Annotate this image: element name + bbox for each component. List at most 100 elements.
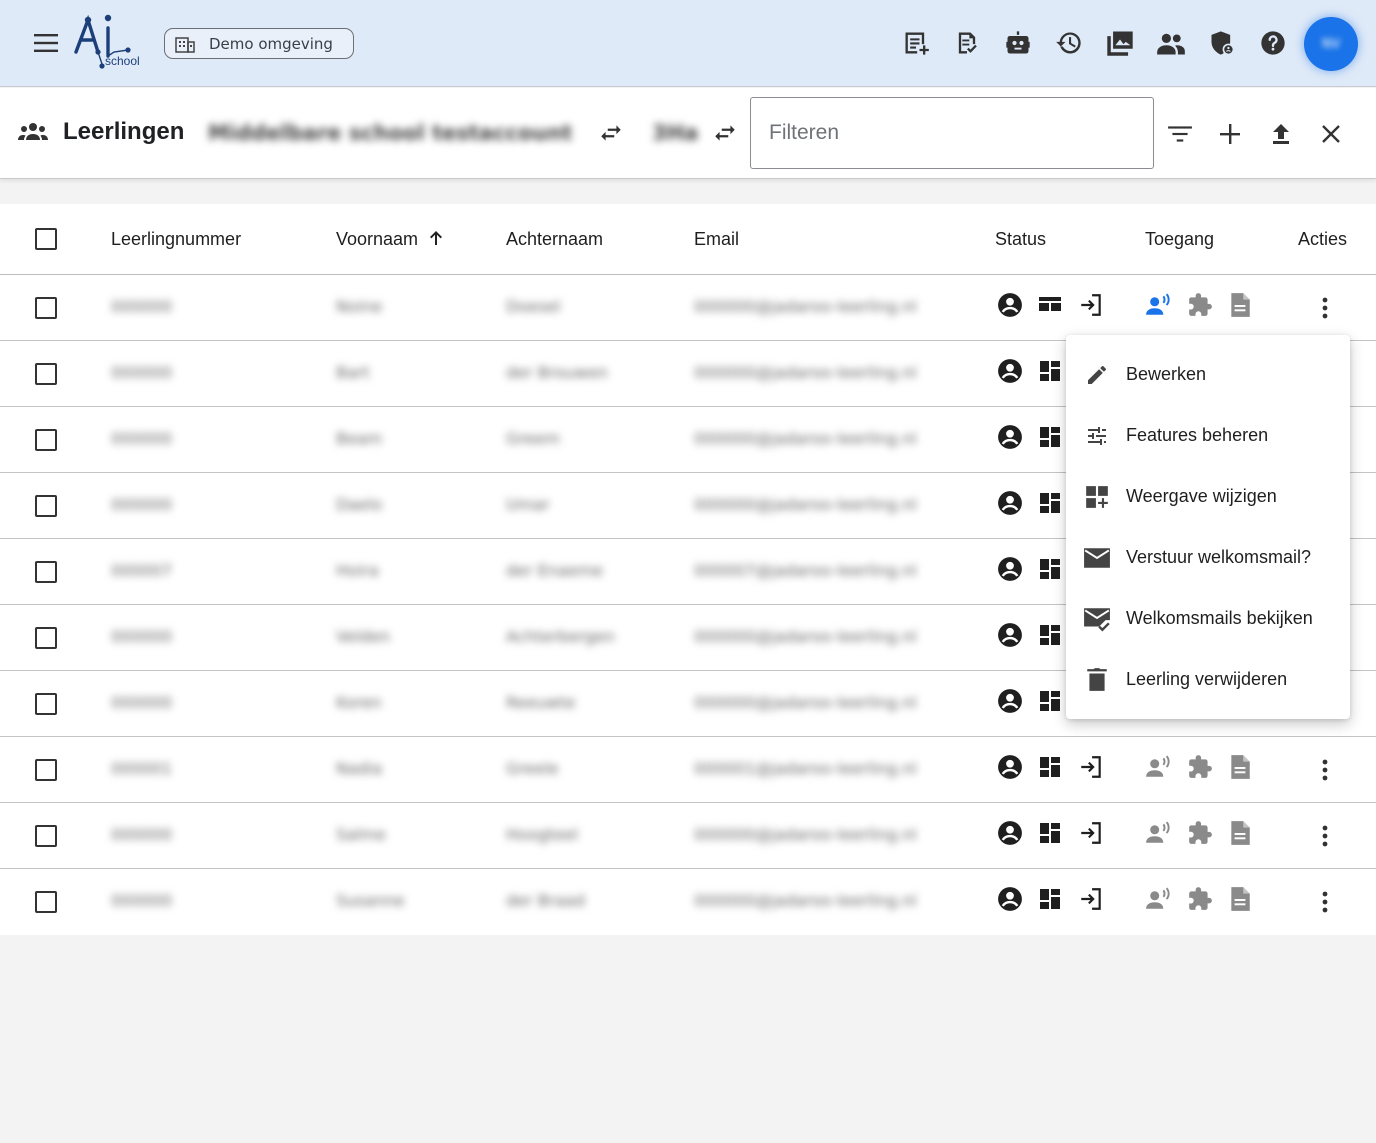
filter-input[interactable]	[750, 97, 1154, 169]
table-row[interactable]: 000000 Susanne der Braad 000000@jadaroo-lee…	[0, 869, 1376, 935]
dashboard-icon[interactable]	[1036, 621, 1064, 649]
account-status-icon[interactable]	[996, 291, 1024, 319]
help-icon[interactable]	[1247, 22, 1298, 64]
more-vert-icon[interactable]	[1313, 887, 1337, 917]
col-header-email[interactable]: Email	[694, 229, 739, 250]
row-checkbox[interactable]	[35, 297, 57, 319]
swap-school-icon[interactable]	[598, 120, 624, 150]
table-row[interactable]: 000001 Nadia Greele 000001@jadaroo-leerling…	[0, 737, 1376, 803]
login-icon[interactable]	[1077, 885, 1105, 913]
view-stream-icon[interactable]	[1036, 291, 1064, 319]
extension-icon[interactable]	[1186, 291, 1214, 319]
document-icon[interactable]	[1226, 291, 1254, 319]
add-report-icon[interactable]	[890, 22, 941, 64]
admin-shield-icon[interactable]	[1196, 22, 1247, 64]
row-checkbox[interactable]	[35, 627, 57, 649]
menu-item-send-welcome-mail[interactable]: Verstuur welkomsmail?	[1066, 527, 1350, 588]
people-icon	[18, 122, 48, 146]
account-status-icon[interactable]	[996, 489, 1024, 517]
mark-email-read-icon	[1082, 604, 1112, 634]
menu-item-view-welcome-mails[interactable]: Welkomsmails bekijken	[1066, 588, 1350, 649]
menu-item-label: Weergave wijzigen	[1126, 486, 1277, 506]
assignment-icon[interactable]	[941, 22, 992, 64]
more-vert-icon[interactable]	[1313, 293, 1337, 323]
cell-last-name: der Enaeme	[506, 561, 603, 580]
voice-access-icon[interactable]	[1145, 819, 1173, 847]
menu-item-change-view[interactable]: Weergave wijzigen	[1066, 466, 1350, 527]
swap-class-icon[interactable]	[712, 120, 738, 150]
menu-item-delete-student[interactable]: Leerling verwijderen	[1066, 649, 1350, 710]
ai-school-logo[interactable]: school	[70, 12, 150, 74]
cell-first-name: Koren	[336, 693, 382, 712]
document-icon[interactable]	[1226, 753, 1254, 781]
login-icon[interactable]	[1077, 291, 1105, 319]
photo-library-icon[interactable]	[1094, 22, 1145, 64]
table-row[interactable]: 000000 Salme Hoogteel 000000@jadaroo-leerli…	[0, 803, 1376, 869]
environment-chip[interactable]: Demo omgeving	[164, 28, 354, 59]
row-checkbox[interactable]	[35, 759, 57, 781]
dashboard-icon[interactable]	[1036, 489, 1064, 517]
table-row[interactable]: 000000 Noine Doesel 000000@jadaroo-leerling…	[0, 275, 1376, 341]
row-checkbox[interactable]	[35, 495, 57, 517]
account-status-icon[interactable]	[996, 687, 1024, 715]
menu-item-edit[interactable]: Bewerken	[1066, 344, 1350, 405]
user-avatar[interactable]: NV	[1304, 17, 1358, 71]
cell-last-name: Achterbergen	[506, 627, 615, 646]
account-status-icon[interactable]	[996, 819, 1024, 847]
cell-email: 000000@jadaroo-leerling.nl	[694, 825, 917, 844]
row-checkbox[interactable]	[35, 363, 57, 385]
col-header-student-number[interactable]: Leerlingnummer	[111, 229, 241, 250]
row-checkbox[interactable]	[35, 429, 57, 451]
dashboard-icon[interactable]	[1036, 687, 1064, 715]
extension-icon[interactable]	[1186, 753, 1214, 781]
dashboard-icon[interactable]	[1036, 555, 1064, 583]
row-checkbox[interactable]	[35, 891, 57, 913]
cell-email: 000000@jadaroo-leerling.nl	[694, 429, 917, 448]
row-checkbox[interactable]	[35, 561, 57, 583]
voice-access-icon[interactable]	[1145, 885, 1173, 913]
add-icon[interactable]	[1215, 119, 1245, 149]
login-icon[interactable]	[1077, 753, 1105, 781]
select-all-checkbox[interactable]	[35, 228, 57, 250]
document-icon[interactable]	[1226, 885, 1254, 913]
cell-email: 000000@jadaroo-leerling.nl	[694, 693, 917, 712]
col-header-last-name[interactable]: Achternaam	[506, 229, 603, 250]
extension-icon[interactable]	[1186, 819, 1214, 847]
account-status-icon[interactable]	[996, 357, 1024, 385]
cell-student-number: 000000	[111, 627, 173, 646]
dashboard-icon[interactable]	[1036, 423, 1064, 451]
account-status-icon[interactable]	[996, 753, 1024, 781]
account-status-icon[interactable]	[996, 885, 1024, 913]
more-vert-icon[interactable]	[1313, 821, 1337, 851]
row-checkbox[interactable]	[35, 825, 57, 847]
account-status-icon[interactable]	[996, 555, 1024, 583]
upload-icon[interactable]	[1266, 119, 1296, 149]
logo-subtext: school	[105, 54, 140, 68]
robot-icon[interactable]	[992, 22, 1043, 64]
filter-list-icon[interactable]	[1165, 119, 1195, 149]
voice-access-icon[interactable]	[1145, 291, 1173, 319]
tune-icon	[1082, 421, 1112, 451]
menu-item-label: Leerling verwijderen	[1126, 669, 1288, 689]
extension-icon[interactable]	[1186, 885, 1214, 913]
cell-student-number: 000000	[111, 891, 173, 910]
dashboard-icon[interactable]	[1036, 819, 1064, 847]
group-icon[interactable]	[1145, 22, 1196, 64]
login-icon[interactable]	[1077, 819, 1105, 847]
account-status-icon[interactable]	[996, 621, 1024, 649]
col-header-first-name[interactable]: Voornaam	[336, 229, 445, 250]
menu-item-manage-features[interactable]: Features beheren	[1066, 405, 1350, 466]
voice-access-icon[interactable]	[1145, 753, 1173, 781]
menu-icon[interactable]	[30, 30, 62, 56]
close-icon[interactable]	[1316, 119, 1346, 149]
more-vert-icon[interactable]	[1313, 755, 1337, 785]
col-header-actions: Acties	[1298, 229, 1348, 249]
row-checkbox[interactable]	[35, 693, 57, 715]
dashboard-icon[interactable]	[1036, 885, 1064, 913]
sort-ascending-icon	[430, 231, 443, 245]
history-icon[interactable]	[1043, 22, 1094, 64]
document-icon[interactable]	[1226, 819, 1254, 847]
dashboard-icon[interactable]	[1036, 357, 1064, 385]
account-status-icon[interactable]	[996, 423, 1024, 451]
dashboard-icon[interactable]	[1036, 753, 1064, 781]
